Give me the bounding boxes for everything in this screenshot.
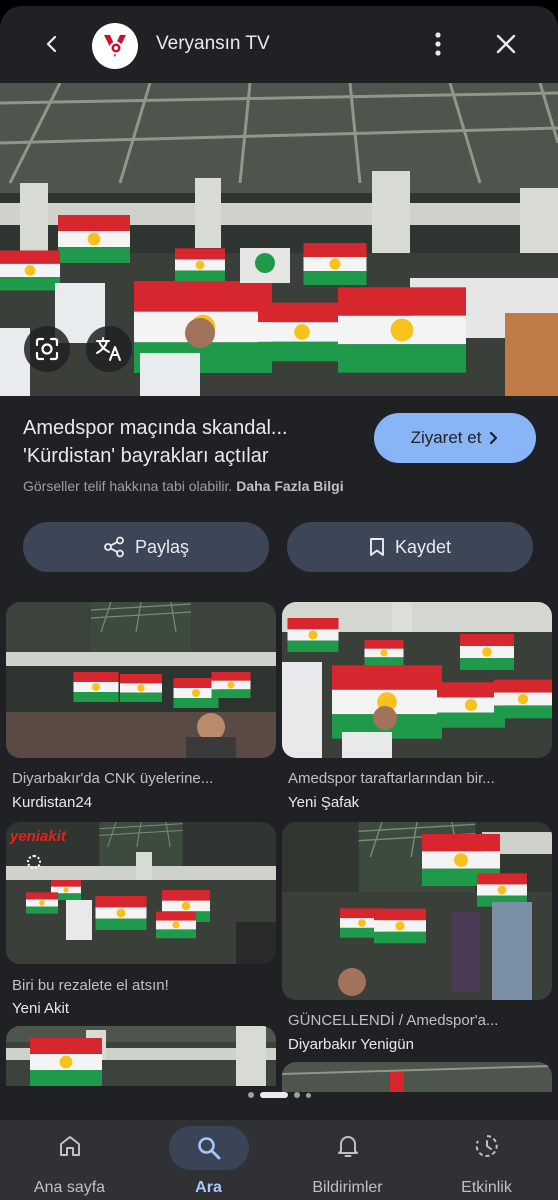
thumbnail-image (6, 602, 276, 758)
visit-button[interactable]: Ziyaret et (374, 413, 536, 463)
related-thumbnail[interactable] (282, 1062, 552, 1092)
back-button[interactable] (36, 28, 68, 60)
more-vertical-icon (435, 32, 441, 56)
thumbnail-image (282, 1062, 552, 1092)
share-icon (104, 536, 124, 558)
page-dot-active (259, 1092, 288, 1098)
nav-label-notifications: Bildirimler (312, 1179, 383, 1196)
translate-button[interactable] (86, 326, 132, 372)
thumbnail-image (282, 822, 552, 1000)
save-button[interactable]: Kaydet (287, 522, 533, 572)
site-logo (92, 23, 138, 69)
visit-button-label: Ziyaret et (410, 428, 482, 447)
related-thumbnail[interactable] (282, 602, 552, 758)
nav-item-activity[interactable]: Etkinlik (417, 1120, 556, 1200)
thumbnail-image (282, 602, 552, 758)
nav-item-home[interactable]: Ana sayfa (0, 1120, 139, 1200)
related-thumbnail[interactable] (282, 822, 552, 1000)
related-thumbnail[interactable]: yeniakit (6, 822, 276, 964)
viewer-header: Veryansın TV (0, 6, 558, 84)
related-thumbnail[interactable] (6, 1026, 276, 1086)
activity-icon (455, 1130, 519, 1162)
more-options-button[interactable] (424, 28, 452, 60)
related-caption: Amedspor taraftarlarından bir... (288, 770, 495, 787)
chevron-left-icon (46, 35, 57, 53)
site-name: Veryansın TV (156, 33, 270, 54)
copyright-text: Görseller telif hakkına tabi olabilir. (23, 478, 233, 494)
close-icon (496, 34, 516, 54)
related-thumbnail[interactable] (6, 602, 276, 758)
nav-label-search: Ara (195, 1179, 222, 1196)
image-viewer-sheet: Veryansın TV Amedspor maçında skandal...… (0, 6, 558, 1120)
lens-icon (35, 337, 59, 361)
page-dot (305, 1092, 311, 1098)
page-dot (247, 1092, 254, 1098)
copyright-notice: Görseller telif hakkına tabi olabilir. D… (23, 478, 344, 494)
stadium-photo (0, 83, 558, 396)
related-caption: GÜNCELLENDİ / Amedspor'a... (288, 1012, 499, 1029)
page-dot (293, 1092, 300, 1098)
save-label: Kaydet (394, 536, 452, 557)
yeniakit-watermark: yeniakit (10, 828, 66, 845)
nav-item-notifications[interactable]: Bildirimler (278, 1120, 417, 1200)
loading-spinner-icon (27, 855, 41, 869)
veryansin-logo-icon (104, 35, 126, 57)
bell-icon (316, 1130, 380, 1162)
google-lens-button[interactable] (24, 326, 70, 372)
related-source: Yeni Akit (12, 1000, 69, 1017)
thumbnail-image (6, 1026, 276, 1086)
related-source: Yeni Şafak (288, 794, 360, 811)
close-button[interactable] (490, 28, 522, 60)
bottom-navigation: Ana sayfa Ara Bildirimler Etkinlik (0, 1120, 558, 1200)
share-label: Paylaş (134, 536, 190, 557)
bookmark-icon (370, 538, 384, 556)
page-indicator (0, 1092, 558, 1098)
image-title[interactable]: Amedspor maçında skandal... 'Kürdistan' … (23, 414, 363, 470)
nav-label-home: Ana sayfa (33, 1179, 106, 1196)
related-caption: Diyarbakır'da CNK üyelerine... (12, 770, 214, 787)
nav-label-activity: Etkinlik (461, 1179, 512, 1196)
nav-item-search[interactable]: Ara (139, 1120, 278, 1200)
related-source: Kurdistan24 (12, 794, 93, 811)
home-icon (38, 1130, 102, 1162)
main-image[interactable] (0, 83, 558, 396)
share-button[interactable]: Paylaş (23, 522, 269, 572)
more-info-link[interactable]: Daha Fazla Bilgi (236, 478, 343, 494)
translate-icon (96, 337, 121, 361)
related-caption: Biri bu rezalete el atsın! (12, 977, 169, 994)
search-icon (168, 1126, 249, 1170)
chevron-right-icon (490, 431, 498, 445)
related-source: Diyarbakır Yenigün (288, 1036, 414, 1053)
